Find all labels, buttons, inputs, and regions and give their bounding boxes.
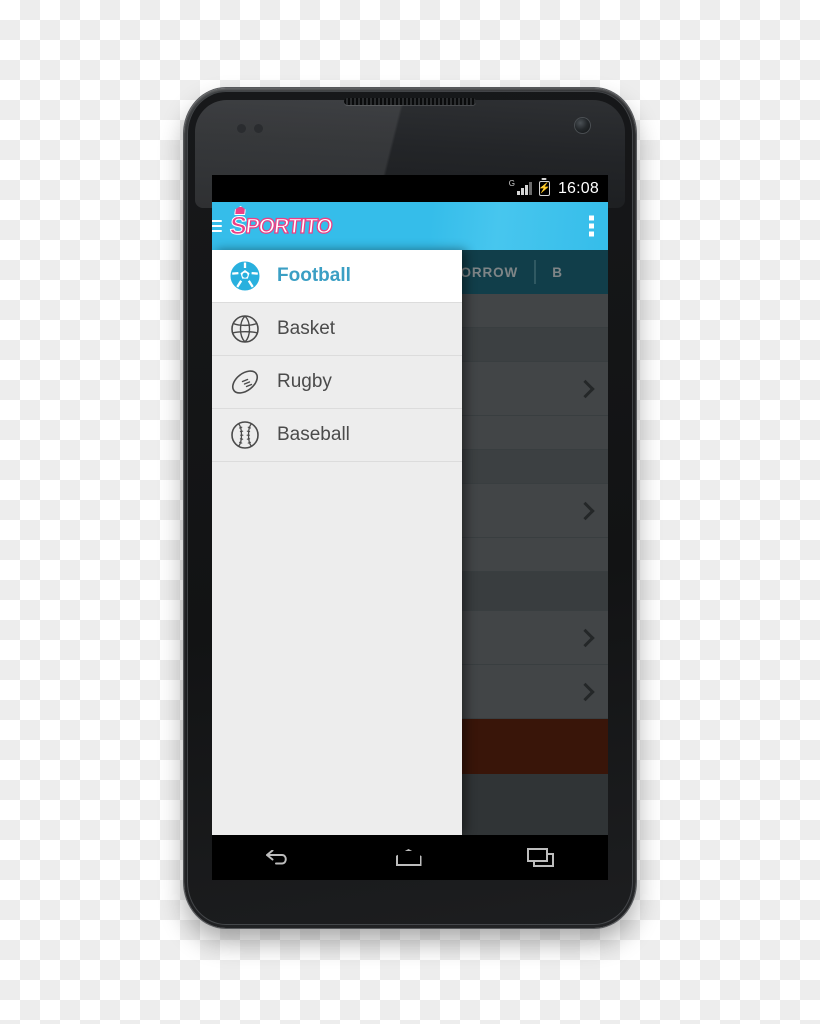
logo-initial: S: [228, 211, 248, 240]
signal-bars-icon: [516, 182, 532, 195]
rugby-ball-icon: [229, 366, 271, 398]
android-navigation-bar: [212, 835, 608, 880]
proximity-sensor-icon: [237, 124, 246, 133]
network-type-label: G: [508, 179, 515, 188]
app-bar: S PORTITO: [212, 202, 608, 250]
front-camera-icon: [575, 118, 590, 133]
phone-device: G ⚡ 16:08 S PORTITO TOMORROW B Football …: [184, 88, 636, 928]
sidebar-item-rugby[interactable]: Rugby: [212, 356, 462, 409]
sidebar-item-label: Basket: [277, 318, 336, 339]
battery-charging-icon: ⚡: [538, 181, 551, 196]
earpiece-speaker-grille: [344, 98, 476, 105]
chevron-right-icon: [576, 682, 595, 701]
status-bar-clock: 16:08: [557, 179, 599, 197]
sidebar-item-football[interactable]: Football: [212, 250, 462, 303]
baseball-icon: [229, 419, 271, 451]
back-arrow-icon[interactable]: [265, 849, 291, 866]
hamburger-menu-icon[interactable]: [212, 220, 222, 232]
logo-text: PORTITO: [244, 213, 334, 237]
soccer-ball-icon: [229, 260, 271, 292]
chevron-right-icon: [576, 501, 595, 520]
sidebar-item-basket[interactable]: Basket: [212, 303, 462, 356]
sidebar-item-label: Rugby: [277, 371, 332, 392]
app-logo: S PORTITO: [228, 211, 334, 241]
navigation-drawer: Football Basket Rugby Baseball: [212, 250, 462, 835]
sidebar-item-label: Baseball: [277, 424, 350, 445]
recents-icon[interactable]: [526, 847, 556, 868]
overflow-menu-icon[interactable]: [589, 215, 594, 237]
tab-next[interactable]: B: [536, 265, 579, 280]
phone-screen: G ⚡ 16:08 S PORTITO TOMORROW B Football …: [212, 175, 608, 835]
basketball-icon: [229, 313, 271, 345]
home-icon[interactable]: [395, 849, 422, 866]
light-sensor-icon: [254, 124, 263, 133]
chevron-right-icon: [576, 379, 595, 398]
status-bar: G ⚡ 16:08: [212, 175, 608, 202]
sidebar-item-baseball[interactable]: Baseball: [212, 409, 462, 462]
chevron-right-icon: [576, 628, 595, 647]
sidebar-item-label: Football: [277, 265, 351, 286]
